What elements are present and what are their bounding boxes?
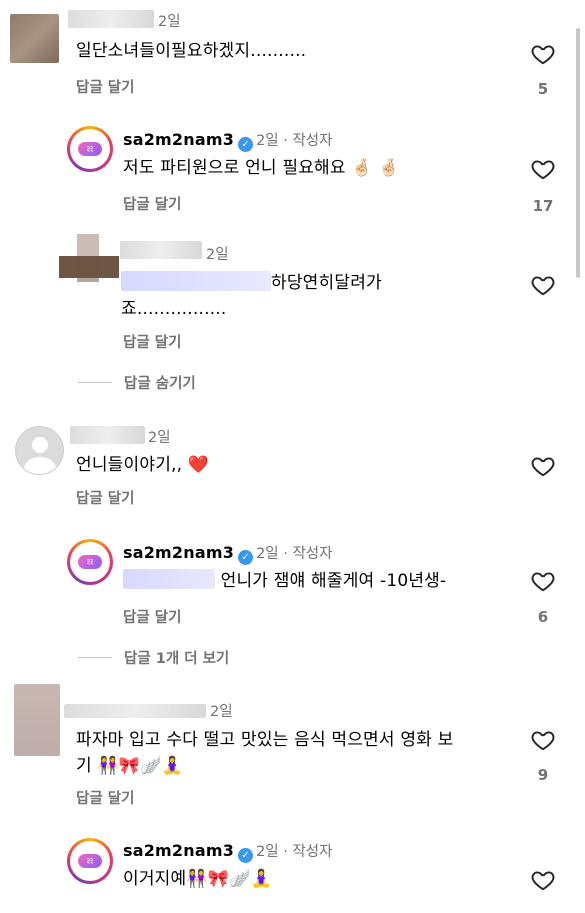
mention-blurred[interactable] [121,271,271,291]
heart-outline-icon[interactable] [530,272,556,298]
like-count: 5 [537,80,549,98]
verified-badge-icon: ✓ [238,848,254,863]
comment-text: 하당연히달려가 죠................ [121,271,382,319]
avatar[interactable]: ﾐﾐ [67,126,113,172]
username-blurred[interactable] [68,10,154,28]
verified-badge-icon: ✓ [238,137,254,152]
comment-time: 2일 [158,14,181,30]
avatar-part [77,256,99,278]
username-blurred[interactable] [120,241,202,259]
comment-text: 일단소녀들이필요하겠지.......... [76,41,307,61]
comment-text: 저도 파티원으로 언니 필요해요 🤞🏻 🤞🏻 [123,158,400,178]
reply-button[interactable]: 답글 달기 [76,487,134,508]
heart-outline-icon[interactable] [530,156,556,182]
like-count: 9 [537,766,549,784]
comment-text: 언니들이야기,, ❤️ [76,455,210,475]
comment-time: 2일 [206,247,229,263]
comment-time: 2일 [210,704,233,720]
author-label: 작성자 [292,133,333,149]
avatar-badge: ﾐﾐ [78,142,102,156]
reply-button[interactable]: 답글 달기 [123,331,181,352]
comment-time: 2일 [256,844,279,860]
comment-text: 이거지예👭🎀🪽🧘‍♀️ [123,869,272,889]
comment-text: 언니가 잼얘 해줄게여 -10년생- [123,568,446,594]
comment-header: sa2m2nam3 ✓ 2일 · 작성자 [123,130,333,152]
heart-outline-icon[interactable] [530,453,556,479]
heart-outline-icon[interactable] [530,867,556,893]
hide-replies-button[interactable]: 답글 숨기기 [124,372,196,393]
avatar[interactable]: ﾐﾐ [67,539,113,585]
comment-time: 2일 [148,430,171,446]
avatar-badge: ﾐﾐ [78,555,102,569]
thread-line [78,382,112,383]
comment-header: sa2m2nam3 ✓ 2일 · 작성자 [123,543,333,565]
username[interactable]: sa2m2nam3 [123,543,234,562]
comment-time: 2일 [256,133,279,149]
author-label: 작성자 [292,844,333,860]
avatar[interactable] [10,14,59,63]
verified-badge-icon: ✓ [238,550,254,565]
comment-time: 2일 [256,546,279,562]
username-blurred[interactable] [64,704,206,718]
scrollbar[interactable] [576,28,580,278]
reply-button[interactable]: 답글 달기 [76,76,134,97]
avatar-badge: ﾐﾐ [78,854,102,868]
comment-header: sa2m2nam3 ✓ 2일 · 작성자 [123,841,333,863]
view-more-replies-button[interactable]: 답글 1개 더 보기 [124,647,229,668]
comment-text: 파자마 입고 수다 떨고 맛있는 음식 먹으면서 영화 보 기 👭🎀🪽🧘‍♀️ [76,730,454,776]
username-blurred[interactable] [70,426,145,444]
avatar[interactable]: ﾐﾐ [67,838,113,884]
username[interactable]: sa2m2nam3 [123,130,234,149]
username[interactable]: sa2m2nam3 [123,841,234,860]
heart-outline-icon[interactable] [530,727,556,753]
thread-line [78,657,112,658]
reply-button[interactable]: 답글 달기 [123,193,181,214]
reply-button[interactable]: 답글 달기 [123,606,181,627]
like-count: 6 [537,608,549,626]
author-label: 작성자 [292,546,333,562]
reply-button[interactable]: 답글 달기 [76,787,134,808]
mention-blurred[interactable] [123,569,215,589]
avatar[interactable] [14,684,60,756]
default-avatar-icon[interactable] [15,426,64,475]
avatar-part [77,234,99,256]
heart-outline-icon[interactable] [530,41,556,67]
heart-outline-icon[interactable] [530,568,556,594]
like-count: 17 [532,197,554,215]
